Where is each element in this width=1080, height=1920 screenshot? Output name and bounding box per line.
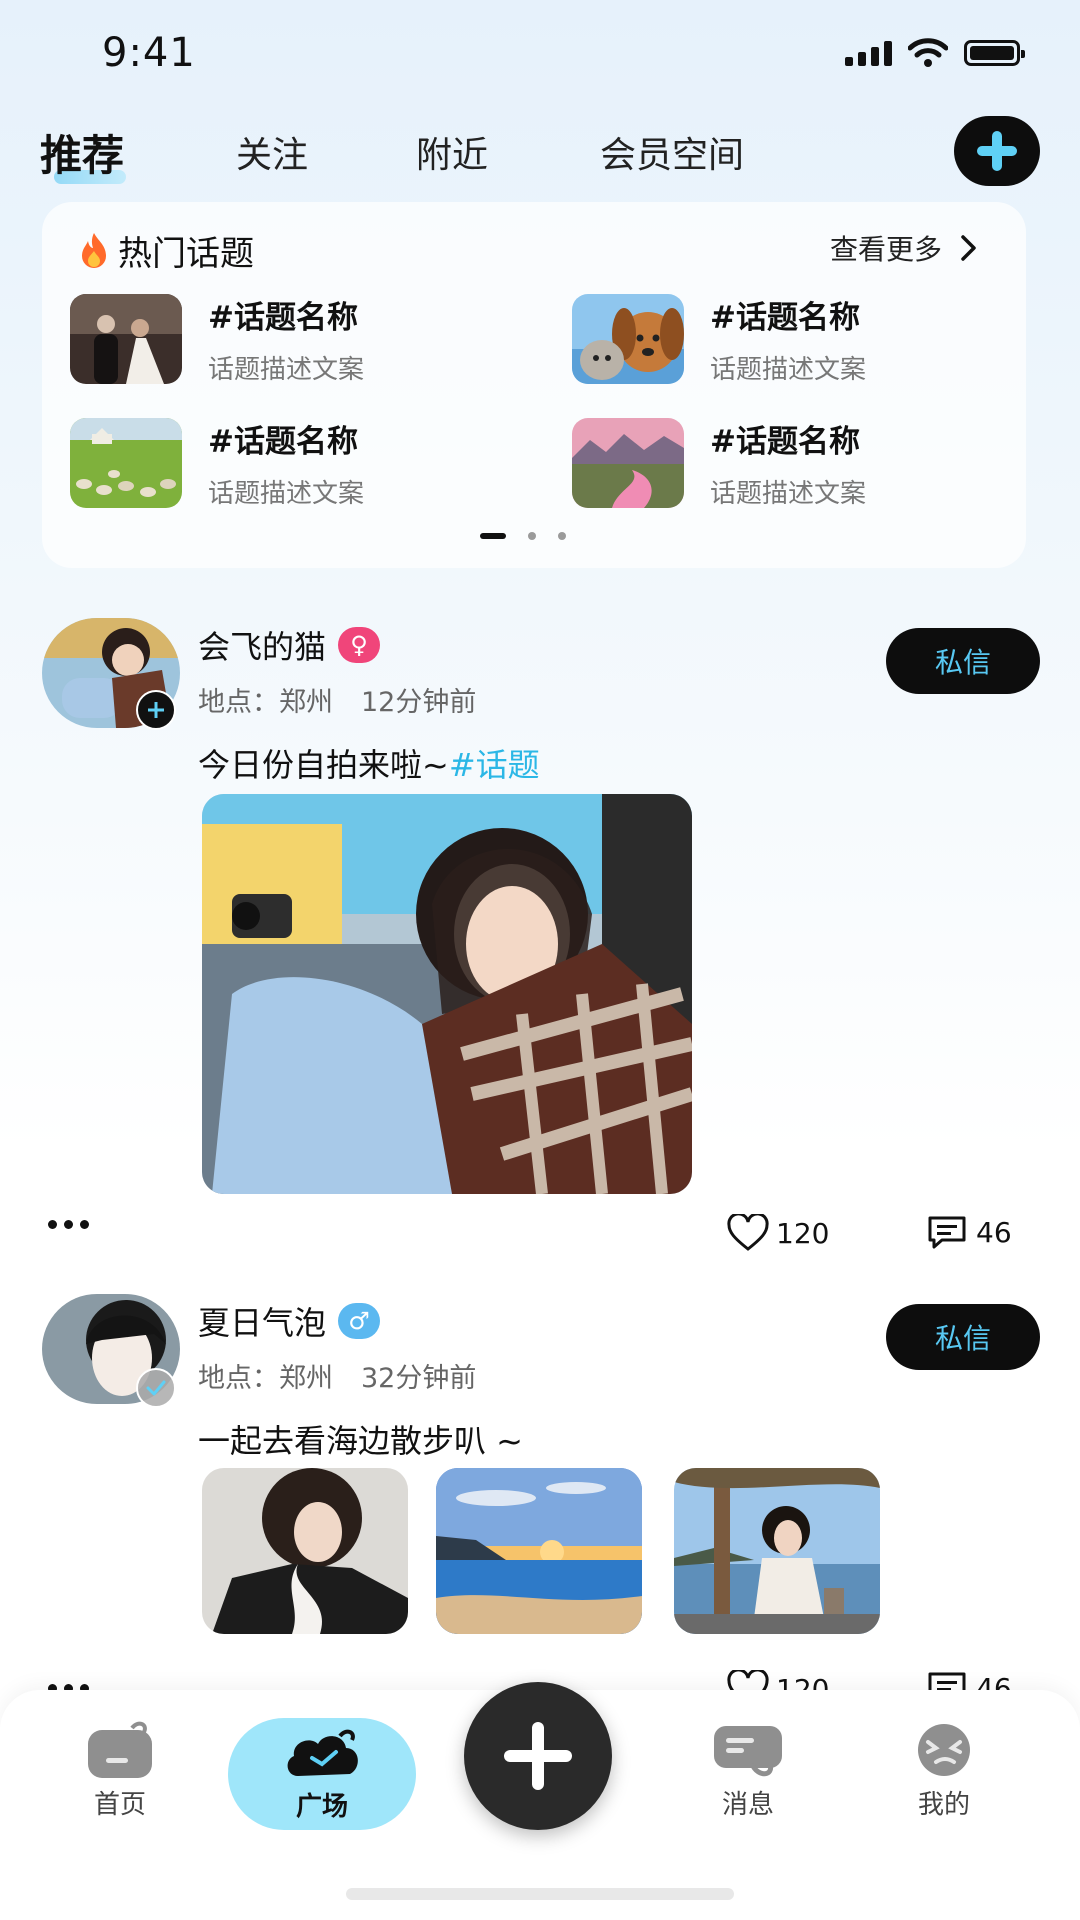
location-value: 郑州 — [279, 1363, 333, 1394]
username-text: 夏日气泡 — [198, 1304, 327, 1342]
home-indicator — [346, 1888, 734, 1900]
like-button[interactable]: 120 — [726, 1214, 829, 1252]
topic-name: #话题名称 — [710, 300, 860, 336]
comment-count: 46 — [976, 1671, 1012, 1691]
plus-icon — [977, 131, 1017, 171]
nav-label: 首页 — [93, 1790, 146, 1820]
nav-plaza[interactable]: 广场 — [228, 1718, 416, 1830]
message-icon — [714, 1726, 782, 1777]
wifi-icon — [908, 38, 948, 67]
like-count: 120 — [776, 1672, 830, 1691]
nav-profile[interactable]: 我的 — [884, 1720, 1004, 1821]
topic-description: 话题描述文案 — [208, 479, 365, 509]
direct-message-button[interactable]: 私信 — [886, 1304, 1040, 1370]
like-button[interactable]: 120 — [726, 1670, 829, 1690]
signal-icon — [845, 40, 892, 66]
location-value: 郑州 — [279, 687, 333, 718]
post-hashtag[interactable]: #话题 — [449, 746, 540, 784]
status-icons — [845, 38, 1025, 68]
carousel-dot[interactable] — [528, 532, 536, 540]
heart-icon — [727, 1670, 769, 1690]
follow-plus-badge[interactable] — [136, 690, 176, 730]
hot-topics-title: 热门话题 — [76, 226, 254, 275]
post-username[interactable]: 会飞的猫 ♀ — [198, 622, 381, 668]
carousel-dot[interactable] — [558, 532, 566, 540]
like-count: 120 — [776, 1216, 830, 1250]
hot-topics-card: 热门话题 查看更多 #话题名称 话题描述文案 #话题名称 话题描述文案 #话题名… — [42, 202, 1026, 568]
nav-label: 消息 — [721, 1790, 774, 1820]
post-text: 一起去看海边散步叭 ~ — [198, 1416, 523, 1462]
nav-label: 我的 — [917, 1790, 970, 1820]
verified-badge — [136, 1368, 176, 1408]
comment-button[interactable]: 46 — [926, 1214, 1012, 1250]
post-image[interactable] — [436, 1468, 642, 1634]
post-actions: 120 46 — [0, 1194, 1080, 1251]
male-icon: ♂ — [338, 1303, 381, 1339]
post-body: 今日份自拍来啦~ — [198, 746, 449, 784]
tab-label: 推荐 — [40, 131, 125, 180]
topic-item[interactable]: #话题名称 话题描述文案 — [70, 292, 364, 386]
post-body: 一起去看海边散步叭 ~ — [198, 1422, 523, 1460]
topic-description: 话题描述文案 — [710, 355, 867, 385]
nav-label: 广场 — [295, 1791, 348, 1822]
post-time: 12分钟前 — [361, 687, 477, 718]
topic-name: #话题名称 — [710, 424, 860, 460]
add-post-button[interactable] — [954, 116, 1040, 186]
comment-button[interactable]: 46 — [926, 1670, 1012, 1690]
topic-thumbnail — [70, 418, 182, 508]
checkmark-icon — [146, 1380, 166, 1396]
topic-thumbnail — [572, 294, 684, 384]
nav-home[interactable]: 首页 — [60, 1720, 180, 1821]
comment-icon — [928, 1672, 966, 1690]
carousel-indicator — [480, 532, 566, 540]
heart-icon — [727, 1214, 769, 1251]
topic-name: #话题名称 — [208, 424, 358, 460]
status-bar: 9:41 — [0, 0, 1080, 110]
topic-thumbnail — [572, 418, 684, 508]
plus-icon — [504, 1722, 572, 1790]
profile-icon — [918, 1724, 970, 1776]
more-options-icon[interactable] — [48, 1220, 89, 1229]
post-image[interactable] — [674, 1468, 880, 1634]
carousel-dot-active[interactable] — [480, 533, 506, 539]
home-icon — [88, 1721, 152, 1778]
hot-topics-label: 热门话题 — [118, 234, 254, 274]
post-image[interactable] — [202, 794, 692, 1194]
topic-item[interactable]: #话题名称 话题描述文案 — [572, 416, 866, 510]
topic-item[interactable]: #话题名称 话题描述文案 — [572, 292, 866, 386]
location-label: 地点： — [198, 1363, 279, 1394]
comment-icon — [928, 1216, 966, 1249]
female-icon: ♀ — [338, 627, 381, 663]
tab-recommend[interactable]: 推荐 — [40, 122, 126, 184]
topic-description: 话题描述文案 — [208, 355, 365, 385]
post-time: 32分钟前 — [361, 1363, 477, 1394]
post-text: 今日份自拍来啦~#话题 — [198, 740, 540, 786]
topic-thumbnail — [70, 294, 182, 384]
tab-nearby[interactable]: 附近 — [416, 126, 488, 178]
post-meta: 地点：郑州 12分钟前 — [198, 680, 476, 719]
see-more-label: 查看更多 — [829, 233, 942, 266]
chevron-right-icon — [961, 235, 976, 261]
post-meta: 地点：郑州 32分钟前 — [198, 1356, 476, 1395]
create-post-button[interactable] — [464, 1682, 612, 1830]
comment-count: 46 — [976, 1215, 1012, 1249]
post-image[interactable] — [202, 1468, 408, 1634]
topic-name: #话题名称 — [208, 300, 358, 336]
tab-vip-space[interactable]: 会员空间 — [600, 126, 744, 178]
plus-icon — [148, 702, 164, 718]
direct-message-button[interactable]: 私信 — [886, 628, 1040, 694]
battery-icon — [964, 40, 1025, 66]
topic-description: 话题描述文案 — [710, 479, 867, 509]
nav-messages[interactable]: 消息 — [688, 1720, 808, 1821]
tab-following[interactable]: 关注 — [236, 126, 308, 178]
plaza-icon — [287, 1729, 358, 1776]
see-more-link[interactable]: 查看更多 — [830, 228, 978, 268]
username-text: 会飞的猫 — [198, 628, 327, 666]
topic-item[interactable]: #话题名称 话题描述文案 — [70, 416, 364, 510]
fire-icon — [82, 232, 106, 268]
status-time: 9:41 — [102, 30, 196, 76]
post-username[interactable]: 夏日气泡 ♂ — [198, 1298, 381, 1344]
location-label: 地点： — [198, 687, 279, 718]
